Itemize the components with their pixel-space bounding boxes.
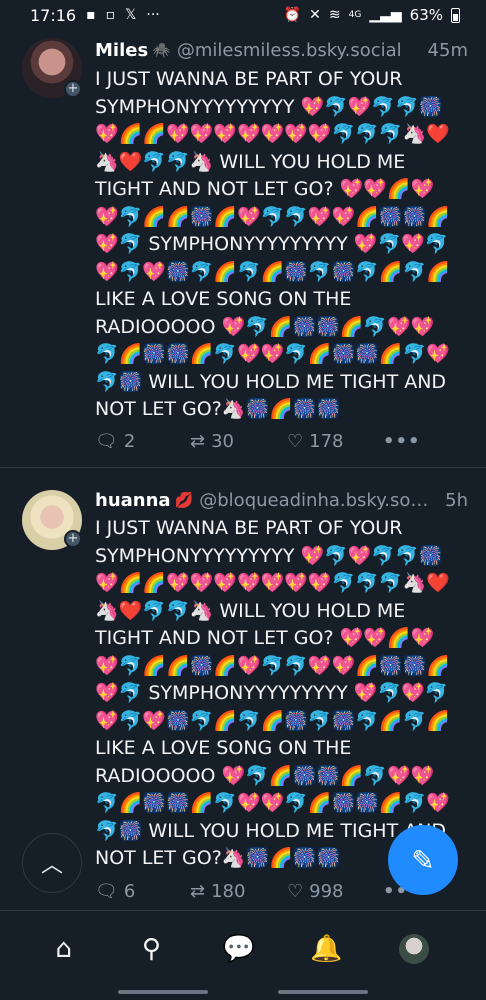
like-count: 178 bbox=[309, 430, 344, 452]
author-name[interactable]: Miles bbox=[95, 40, 148, 61]
chevron-up-icon: ︿ bbox=[40, 853, 63, 878]
mute-icon: ✕ bbox=[309, 7, 321, 23]
reply-count: 2 bbox=[123, 430, 136, 452]
post-header: Miles 🕷️ @milesmiless.bsky.social 45m bbox=[95, 38, 468, 62]
scroll-to-top-button[interactable]: ︿ bbox=[22, 833, 82, 893]
status-bar: 17:16 ▪ ▫ 𝕏 ··· ⏰ ✕ ≋ 4G ▁▃▅ 63% bbox=[0, 0, 486, 30]
x-icon: 𝕏 bbox=[125, 7, 137, 23]
like-count: 998 bbox=[309, 880, 344, 902]
signal-icon: ▁▃▅ bbox=[369, 7, 402, 23]
battery-icon bbox=[451, 7, 460, 23]
system-nav-bar bbox=[0, 990, 486, 994]
search-icon: ⚲ bbox=[141, 934, 161, 964]
nav-home[interactable]: ⌂ bbox=[44, 929, 84, 969]
post-text: I JUST WANNA BE PART OF YOUR SYMPHONYYYY… bbox=[95, 517, 450, 869]
author-name-emoji: 🕷️ bbox=[152, 41, 171, 59]
follow-plus-icon[interactable]: + bbox=[64, 80, 82, 98]
post-time[interactable]: 5h bbox=[445, 490, 468, 511]
feed-post[interactable]: + Miles 🕷️ @milesmiless.bsky.social 45m … bbox=[0, 30, 486, 468]
heart-icon: ♡ bbox=[287, 880, 304, 902]
heart-icon: ♡ bbox=[287, 430, 304, 452]
gesture-handle[interactable] bbox=[118, 990, 208, 994]
message-icon: ▪ bbox=[86, 7, 96, 23]
more-options-icon[interactable]: ••• bbox=[383, 431, 421, 452]
follow-plus-icon[interactable]: + bbox=[64, 530, 82, 548]
repost-icon: ⇄ bbox=[190, 880, 206, 902]
nav-profile[interactable] bbox=[394, 929, 434, 969]
repost-count: 30 bbox=[211, 430, 234, 452]
battery-percent: 63% bbox=[409, 6, 443, 24]
like-button[interactable]: ♡ 178 bbox=[287, 431, 383, 452]
compose-button[interactable]: ✎ bbox=[388, 825, 458, 895]
author-handle[interactable]: @milesmiless.bsky.social bbox=[177, 40, 418, 61]
reply-button[interactable]: 🗨 2 bbox=[95, 431, 190, 452]
more-icon: ··· bbox=[146, 7, 160, 23]
bell-icon: 🔔 bbox=[310, 934, 343, 964]
alarm-icon: ⏰ bbox=[283, 7, 302, 23]
like-button[interactable]: ♡ 998 bbox=[287, 881, 383, 902]
gesture-handle[interactable] bbox=[278, 990, 368, 994]
chat-icon: 💬 bbox=[222, 934, 256, 964]
repost-button[interactable]: ⇄ 30 bbox=[190, 431, 287, 452]
compose-icon: ✎ bbox=[411, 843, 435, 877]
status-time: 17:16 bbox=[30, 5, 77, 25]
twitch-icon: ▫ bbox=[105, 7, 116, 23]
author-name-emoji: 💋 bbox=[174, 491, 194, 509]
post-time[interactable]: 45m bbox=[428, 40, 468, 61]
repost-icon: ⇄ bbox=[190, 430, 206, 452]
wifi-icon: ≋ bbox=[328, 7, 341, 23]
reply-button[interactable]: 🗨 6 bbox=[95, 881, 190, 902]
post-actions: 🗨 2 ⇄ 30 ♡ 178 ••• bbox=[95, 429, 466, 453]
post-text: I JUST WANNA BE PART OF YOUR SYMPHONYYYY… bbox=[95, 68, 450, 420]
nav-notifications[interactable]: 🔔 bbox=[307, 929, 347, 969]
reply-count: 6 bbox=[123, 880, 136, 902]
nav-search[interactable]: ⚲ bbox=[131, 929, 171, 969]
reply-icon: 🗨 bbox=[95, 880, 118, 902]
author-handle[interactable]: @bloqueadinha.bsky.soc... bbox=[199, 490, 435, 511]
repost-button[interactable]: ⇄ 180 bbox=[190, 881, 287, 902]
network-type: 4G bbox=[348, 10, 362, 20]
reply-icon: 🗨 bbox=[95, 430, 118, 452]
author-name[interactable]: huanna bbox=[95, 490, 171, 511]
nav-chat[interactable]: 💬 bbox=[219, 929, 259, 969]
post-header: huanna 💋 @bloqueadinha.bsky.soc... 5h bbox=[95, 488, 468, 512]
profile-avatar bbox=[399, 934, 430, 964]
home-icon: ⌂ bbox=[55, 934, 73, 964]
repost-count: 180 bbox=[211, 880, 246, 902]
bottom-nav: ⌂ ⚲ 💬 🔔 bbox=[0, 910, 486, 1000]
